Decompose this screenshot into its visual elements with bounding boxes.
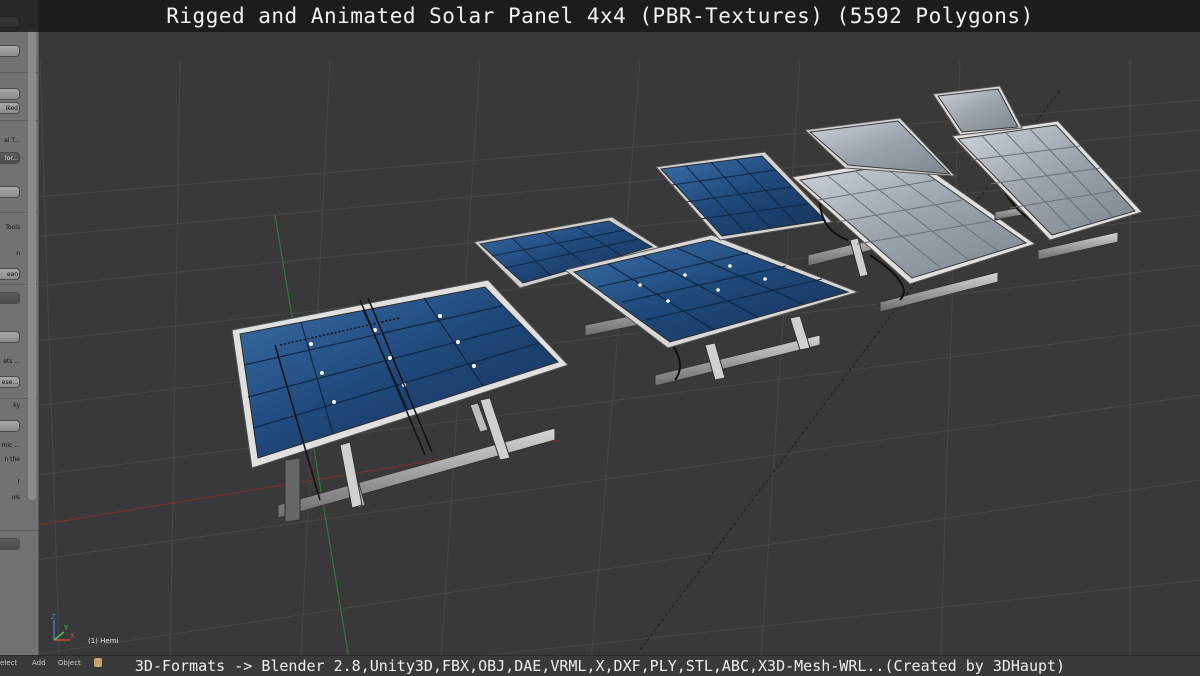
tool-shelf-button[interactable] [0, 538, 20, 550]
tool-shelf-label: ets ... [3, 358, 20, 365]
solar-panel-silver-top[interactable] [932, 85, 1023, 136]
tool-shelf-button[interactable] [0, 292, 20, 304]
tool-shelf-button[interactable] [0, 88, 20, 100]
tool-shelf-button[interactable]: iked [0, 102, 20, 114]
formats-caption: 3D-Formats -> Blender 2.8,Unity3D,FBX,OB… [134, 657, 1066, 675]
tool-shelf-label: mic ... [1, 442, 20, 449]
title-bar: Rigged and Animated Solar Panel 4x4 (PBR… [0, 0, 1200, 32]
solar-panel-rear-blue[interactable] [655, 151, 834, 241]
tool-shelf-label: al T... [4, 137, 20, 144]
tool-shelf-panel[interactable]: iked al T... lor... Tools n ean ets ... ese... k… [0, 0, 39, 655]
tool-shelf-label: r [17, 478, 20, 485]
viewport-header: elect Add Object 3D-Formats -> Blender 2… [0, 655, 1200, 676]
tool-shelf-label: Tools [5, 224, 20, 231]
tool-shelf-button[interactable] [0, 331, 20, 343]
tool-shelf-label: n [16, 250, 20, 257]
3d-viewport[interactable] [0, 0, 1200, 675]
axis-y-label: Y [63, 624, 69, 632]
active-object-label: (1) Hemi [88, 637, 119, 645]
tool-shelf-button[interactable]: ese... [0, 376, 20, 388]
page-title: Rigged and Animated Solar Panel 4x4 (PBR… [166, 4, 1034, 28]
axis-x-label: X [70, 632, 75, 640]
tool-shelf-button[interactable] [0, 420, 20, 432]
tool-shelf-button[interactable]: lor... [0, 152, 20, 164]
tool-shelf-button[interactable]: ean [0, 268, 20, 280]
tool-shelf-label: ols [11, 494, 20, 501]
tool-shelf-scrollbar[interactable] [28, 30, 36, 500]
tool-shelf-divider [0, 530, 38, 531]
axis-gizmo: X Z Y [51, 613, 75, 641]
tool-shelf-label: ky [13, 402, 20, 409]
solar-panel-silver-rear[interactable] [803, 117, 957, 177]
tool-shelf-button[interactable] [0, 45, 20, 57]
axis-z-label: Z [51, 613, 56, 621]
tool-shelf-label: n the [4, 456, 20, 463]
tool-shelf-button[interactable] [0, 186, 20, 198]
